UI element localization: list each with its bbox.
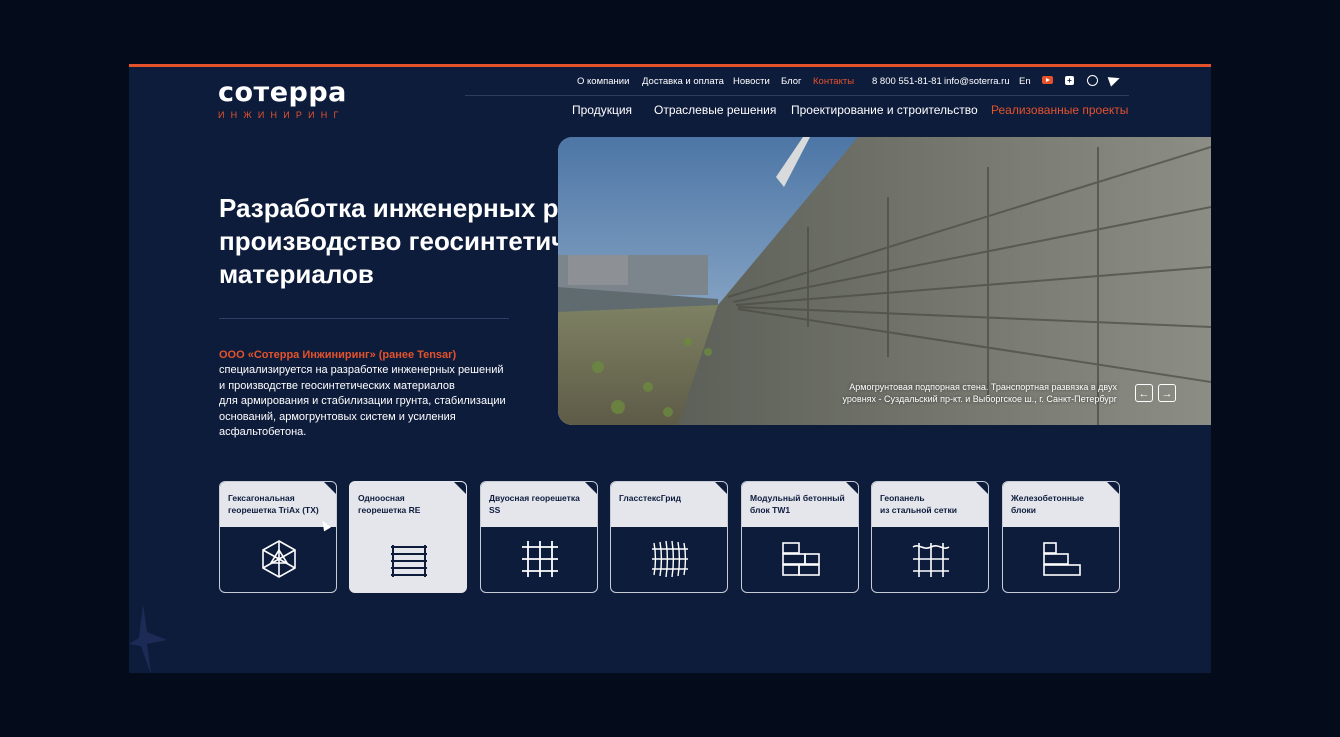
- company-description: специализируется на разработке инженерны…: [219, 364, 506, 438]
- company-name: ООО «Сотерра Инжиниринг» (ранее Tensar): [219, 349, 457, 361]
- hero-slider[interactable]: Армогрунтовая подпорная стена. Транспорт…: [558, 137, 1211, 425]
- topnav-item-about[interactable]: О компании: [577, 75, 629, 89]
- product-card-triax[interactable]: Гексагональная георешетка TriAx (TX): [219, 481, 337, 593]
- mainnav-item-products[interactable]: Продукция: [572, 102, 632, 118]
- product-card-re[interactable]: Одноосная георешетка RE: [349, 481, 467, 593]
- product-cards: Гексагональная георешетка TriAx (TX) Одн…: [219, 481, 1129, 593]
- product-card-glasstex[interactable]: ГласстексГрид: [610, 481, 728, 593]
- whatsapp-icon[interactable]: [1087, 75, 1098, 86]
- slider-prev-button[interactable]: ←: [1135, 384, 1153, 402]
- mainnav-item-solutions[interactable]: Отраслевые решения: [654, 102, 776, 118]
- product-card-blocks[interactable]: Железобетонные блоки: [1002, 481, 1120, 593]
- uniaxial-grid-icon: [391, 545, 427, 577]
- product-card-title: Двуосная георешетка SS: [489, 493, 580, 515]
- page-frame: сотерра ИНЖИНИРИНГ О компании Доставка и…: [129, 64, 1211, 673]
- top-navigation: О компании Доставка и оплата Новости Бло…: [129, 75, 1129, 89]
- topnav-item-delivery[interactable]: Доставка и оплата: [642, 75, 724, 89]
- reinforced-blocks-icon: [1043, 542, 1081, 576]
- product-card-ss[interactable]: Двуосная георешетка SS: [480, 481, 598, 593]
- concrete-block-icon: [782, 542, 820, 576]
- topnav-item-news[interactable]: Новости: [733, 75, 770, 89]
- phone-link[interactable]: 8 800 551-81-81: [872, 75, 942, 89]
- nav-divider: [465, 95, 1129, 96]
- product-card-tw1[interactable]: Модульный бетонный блок TW1: [741, 481, 859, 593]
- biaxial-grid-icon: [522, 541, 558, 577]
- product-card-title: ГласстексГрид: [619, 493, 682, 503]
- sparkle-decoration: [129, 604, 167, 673]
- triax-hexagon-icon: [262, 540, 296, 578]
- youtube-icon[interactable]: [1042, 76, 1053, 84]
- headline-divider: [219, 318, 509, 319]
- product-card-title: Железобетонные блоки: [1011, 493, 1084, 515]
- mainnav-item-design[interactable]: Проектирование и строительство: [791, 102, 978, 118]
- steel-mesh-panel-icon: [912, 543, 950, 577]
- product-card-title: Модульный бетонный блок TW1: [750, 493, 845, 515]
- accent-top-line: [129, 64, 1211, 67]
- slider-next-button[interactable]: →: [1158, 384, 1176, 402]
- product-card-title: Геопанель из стальной сетки: [880, 493, 957, 515]
- mainnav-item-projects[interactable]: Реализованные проекты: [991, 102, 1128, 118]
- plus-square-icon[interactable]: +: [1065, 76, 1074, 85]
- logo-tagline: ИНЖИНИРИНГ: [218, 110, 345, 120]
- email-link[interactable]: info@soterra.ru: [944, 75, 1010, 89]
- slide-caption: Армогрунтовая подпорная стена. Транспорт…: [842, 382, 1117, 404]
- language-switch[interactable]: En: [1019, 75, 1031, 89]
- product-card-title: Гексагональная георешетка TriAx (TX): [228, 493, 319, 515]
- glasstex-grid-icon: [652, 540, 688, 578]
- topnav-item-blog[interactable]: Блог: [781, 75, 802, 89]
- topnav-item-contacts[interactable]: Контакты: [813, 75, 854, 89]
- product-card-title: Одноосная георешетка RE: [358, 493, 421, 515]
- product-card-geopanel[interactable]: Геопанель из стальной сетки: [871, 481, 989, 593]
